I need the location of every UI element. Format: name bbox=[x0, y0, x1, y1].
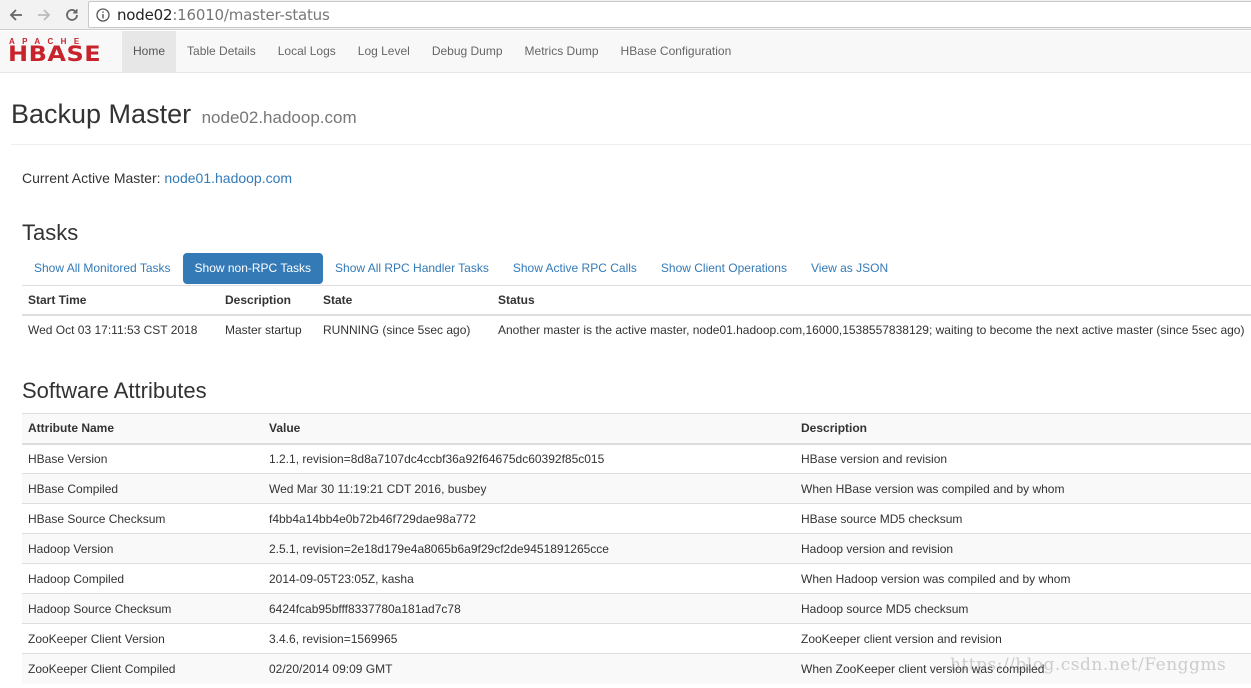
column-header[interactable]: Attribute Name bbox=[22, 413, 263, 445]
active-master-line: Current Active Master: node01.hadoop.com bbox=[22, 170, 292, 186]
table-cell: 6424fcab95bfff8337780a181ad7c78 bbox=[263, 593, 795, 624]
table-cell: Wed Mar 30 11:19:21 CDT 2016, busbey bbox=[263, 473, 795, 504]
page-title: Backup Master node02.hadoop.com bbox=[11, 97, 1251, 135]
nav-link-local-logs[interactable]: Local Logs bbox=[267, 31, 347, 72]
table-cell: Wed Oct 03 17:11:53 CST 2018 bbox=[28, 322, 198, 337]
table-cell: f4bb4a14bb4e0b72b46f729dae98a772 bbox=[263, 503, 795, 534]
software-attributes-heading: Software Attributes bbox=[22, 378, 207, 403]
column-header[interactable]: State bbox=[317, 285, 492, 316]
table-cell: HBase Source Checksum bbox=[22, 503, 263, 534]
table-cell: Hadoop Version bbox=[22, 533, 263, 564]
table-cell: When Hadoop version was compiled and by … bbox=[795, 563, 1251, 594]
tasks-table: Start Time Description State Status Wed Oct… bbox=[22, 285, 1251, 344]
nav-link-home[interactable]: Home bbox=[122, 31, 177, 72]
column-header[interactable]: Description bbox=[795, 413, 1251, 445]
table-cell: 3.4.6, revision=1569965 bbox=[263, 623, 795, 654]
table-row: Hadoop Version 2.5.1, revision=2e18d179e4… bbox=[22, 533, 1251, 564]
table-cell: 2014-09-05T23:05Z, kasha bbox=[263, 563, 795, 594]
table-cell: Hadoop Compiled bbox=[22, 563, 263, 594]
table-row: Wed Oct 03 17:11:53 CST 2018 Master start… bbox=[22, 315, 1251, 344]
table-cell: HBase source MD5 checksum bbox=[795, 503, 1251, 534]
nav-link-metrics-dump[interactable]: Metrics Dump bbox=[514, 31, 610, 72]
table-row: HBase Version 1.2.1, revision=8d8a7107dc4… bbox=[22, 443, 1251, 474]
active-master-link[interactable]: node01.hadoop.com bbox=[164, 170, 292, 186]
tab-show-non-rpc-tasks[interactable]: Show non-RPC Tasks bbox=[182, 253, 324, 284]
nav-link-debug-dump[interactable]: Debug Dump bbox=[421, 31, 514, 72]
table-cell: ZooKeeper client version and revision bbox=[795, 623, 1251, 654]
tab-show-all-monitored-tasks[interactable]: Show All Monitored Tasks bbox=[22, 253, 183, 284]
tab-show-all-rpc-handler-tasks[interactable]: Show All RPC Handler Tasks bbox=[323, 253, 501, 284]
logo-hbase-text: HBASE bbox=[8, 41, 102, 67]
table-cell: 1.2.1, revision=8d8a7107dc4ccbf36a92f646… bbox=[263, 443, 795, 474]
table-row: HBase Compiled Wed Mar 30 11:19:21 CDT 20… bbox=[22, 473, 1251, 504]
table-cell: HBase version and revision bbox=[795, 443, 1251, 474]
table-cell: 2.5.1, revision=2e18d179e4a8065b6a9f29cf… bbox=[263, 533, 795, 564]
table-cell: RUNNING (since 5sec ago) bbox=[323, 322, 471, 337]
tab-show-active-rpc-calls[interactable]: Show Active RPC Calls bbox=[501, 253, 649, 284]
table-row: ZooKeeper Client Version 3.4.6, revision=… bbox=[22, 623, 1251, 654]
nav-link-log-level[interactable]: Log Level bbox=[347, 31, 421, 72]
back-arrow-icon[interactable] bbox=[4, 3, 28, 27]
task-filter-pills: Show All Monitored Tasks Show non-RPC Tas… bbox=[22, 253, 900, 284]
table-cell: Hadoop source MD5 checksum bbox=[795, 593, 1251, 624]
table-cell: 02/20/2014 09:09 GMT bbox=[263, 653, 795, 684]
nav-link-table-details[interactable]: Table Details bbox=[176, 31, 267, 72]
nav-links: Home Table Details Local Logs Log Level Debu… bbox=[122, 31, 742, 72]
url-text: node02:16010/master-status bbox=[117, 6, 330, 24]
table-cell: Master startup bbox=[225, 322, 302, 337]
software-attributes-table: Attribute Name Value Description HBase Ver… bbox=[22, 413, 1251, 684]
forward-arrow-icon[interactable] bbox=[32, 3, 56, 27]
table-cell: HBase Compiled bbox=[22, 473, 263, 504]
table-cell: Hadoop version and revision bbox=[795, 533, 1251, 564]
table-cell: Another master is the active master, nod… bbox=[498, 322, 1245, 337]
column-header[interactable]: Status bbox=[492, 285, 1251, 316]
table-row: Hadoop Source Checksum 6424fcab95bfff8337… bbox=[22, 593, 1251, 624]
watermark-text: https://blog.csdn.net/Fenggms bbox=[950, 655, 1227, 675]
page-subtitle-host: node02.hadoop.com bbox=[201, 108, 357, 127]
table-cell: HBase Version bbox=[22, 443, 263, 474]
hbase-logo[interactable]: APACHE HBASE bbox=[8, 37, 112, 67]
url-path: :16010/master-status bbox=[172, 6, 330, 24]
tab-show-client-operations[interactable]: Show Client Operations bbox=[649, 253, 799, 284]
table-row: Hadoop Compiled 2014-09-05T23:05Z, kasha W… bbox=[22, 563, 1251, 594]
active-master-label: Current Active Master: bbox=[22, 170, 161, 186]
table-cell: Hadoop Source Checksum bbox=[22, 593, 263, 624]
tab-view-as-json[interactable]: View as JSON bbox=[799, 253, 900, 284]
browser-toolbar: node02:16010/master-status bbox=[0, 0, 1251, 30]
nav-link-hbase-configuration[interactable]: HBase Configuration bbox=[610, 31, 743, 72]
column-header[interactable]: Description bbox=[219, 285, 317, 316]
table-row: HBase Source Checksum f4bb4a14bb4e0b72b46… bbox=[22, 503, 1251, 534]
page-header: Backup Master node02.hadoop.com bbox=[11, 97, 1251, 145]
navbar: APACHE HBASE Home Table Details Local Logs… bbox=[0, 31, 1251, 73]
column-header[interactable]: Value bbox=[263, 413, 795, 445]
table-cell: ZooKeeper Client Compiled bbox=[22, 653, 263, 684]
column-header[interactable]: Start Time bbox=[22, 285, 219, 316]
table-cell: ZooKeeper Client Version bbox=[22, 623, 263, 654]
table-cell: When HBase version was compiled and by w… bbox=[795, 473, 1251, 504]
reload-icon[interactable] bbox=[60, 3, 84, 27]
tasks-heading: Tasks bbox=[22, 220, 79, 245]
info-icon[interactable] bbox=[96, 8, 110, 22]
page-title-text: Backup Master bbox=[11, 99, 192, 129]
address-bar[interactable]: node02:16010/master-status bbox=[88, 1, 1251, 28]
url-host: node02 bbox=[117, 6, 173, 24]
